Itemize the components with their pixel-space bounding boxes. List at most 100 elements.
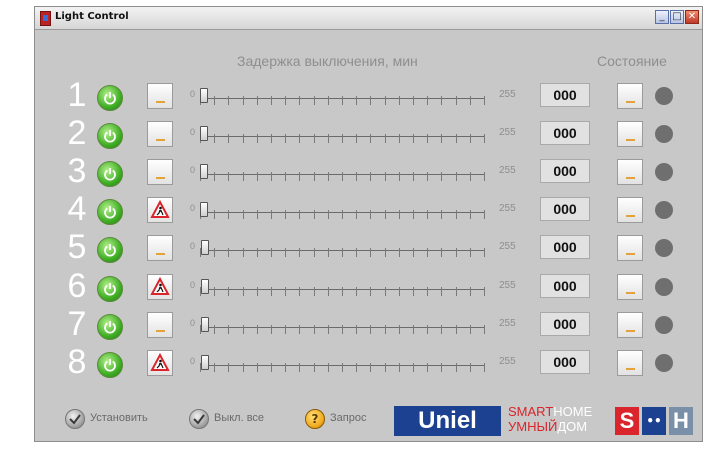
mode-button[interactable] (147, 121, 173, 147)
slider-tick (441, 248, 442, 257)
delay-value-field[interactable]: 000 (540, 197, 590, 221)
delay-slider[interactable] (200, 240, 485, 262)
slider-thumb[interactable] (201, 240, 209, 255)
maximize-button[interactable]: □ (670, 10, 684, 24)
slider-tick (413, 96, 414, 105)
power-button[interactable] (97, 352, 123, 378)
slider-thumb[interactable] (200, 164, 208, 179)
mode-button[interactable] (147, 83, 173, 109)
delay-slider[interactable] (200, 355, 485, 377)
slider-thumb[interactable] (200, 88, 208, 103)
power-button[interactable] (97, 314, 123, 340)
slider-thumb[interactable] (200, 202, 208, 217)
state-button[interactable] (617, 83, 643, 109)
slider-thumb[interactable] (200, 126, 208, 141)
slider-max-label: 255 (499, 318, 516, 329)
slider-thumb[interactable] (201, 317, 209, 332)
power-button[interactable] (97, 85, 123, 111)
power-icon (104, 359, 116, 372)
slider-max-label: 255 (499, 127, 516, 138)
delay-value-field[interactable]: 000 (540, 121, 590, 145)
slider-thumb[interactable] (201, 355, 209, 370)
power-icon (104, 321, 116, 334)
mode-button[interactable] (147, 350, 173, 376)
slider-tick (413, 134, 414, 143)
slider-tick (399, 325, 400, 334)
slider-tick (299, 96, 300, 105)
umny-text: УМНЫЙ (508, 419, 558, 434)
channel-row: 7 0 255 000 (35, 305, 704, 346)
lamp-indicator (626, 215, 635, 217)
power-button[interactable] (97, 276, 123, 302)
delay-slider[interactable] (200, 126, 485, 148)
slider-tick (342, 363, 343, 372)
mode-button[interactable] (147, 235, 173, 261)
slider-tick (470, 363, 471, 372)
close-button[interactable]: ✕ (685, 10, 699, 24)
power-button[interactable] (97, 161, 123, 187)
state-button[interactable] (617, 121, 643, 147)
state-lamp-indicator (655, 87, 673, 105)
slider-min-label: 0 (190, 318, 196, 328)
delay-slider[interactable] (200, 88, 485, 110)
slider-tick (243, 325, 244, 334)
slider-tick (228, 134, 229, 143)
channel-row: 1 0 255 000 (35, 76, 704, 117)
slider-tick (427, 134, 428, 143)
slider-tick (399, 248, 400, 257)
slider-tick (299, 287, 300, 296)
slider-tick (257, 134, 258, 143)
mode-button[interactable] (147, 274, 173, 300)
state-button[interactable] (617, 274, 643, 300)
delay-slider[interactable] (200, 279, 485, 301)
channel-row: 5 0 255 000 (35, 228, 704, 269)
delay-value-field[interactable]: 000 (540, 312, 590, 336)
slider-tick (243, 172, 244, 181)
delay-value-field[interactable]: 000 (540, 83, 590, 107)
power-button[interactable] (97, 123, 123, 149)
slider-tick (285, 96, 286, 105)
power-icon (104, 168, 116, 181)
lamp-indicator (626, 368, 635, 370)
channel-number: 7 (67, 305, 87, 343)
slider-tick (285, 325, 286, 334)
slider-tick (413, 325, 414, 334)
delay-value-field[interactable]: 000 (540, 274, 590, 298)
delay-value-field[interactable]: 000 (540, 159, 590, 183)
delay-value-field[interactable]: 000 (540, 350, 590, 374)
slider-tick (356, 287, 357, 296)
state-button[interactable] (617, 312, 643, 338)
slider-tick (271, 325, 272, 334)
slider-tick (257, 248, 258, 257)
power-button[interactable] (97, 237, 123, 263)
state-button[interactable] (617, 235, 643, 261)
mode-button[interactable] (147, 197, 173, 223)
delay-slider[interactable] (200, 164, 485, 186)
power-icon (104, 206, 116, 219)
delay-slider[interactable] (200, 317, 485, 339)
delay-value-field[interactable]: 000 (540, 235, 590, 259)
delay-slider[interactable] (200, 202, 485, 224)
state-button[interactable] (617, 159, 643, 185)
slider-thumb[interactable] (201, 279, 209, 294)
mode-button[interactable] (147, 159, 173, 185)
state-button[interactable] (617, 197, 643, 223)
slider-max-label: 255 (499, 203, 516, 214)
mode-button[interactable] (147, 312, 173, 338)
delay-header: Задержка выключения, мин (237, 53, 418, 69)
lamp-indicator (156, 139, 165, 141)
channel-row: 6 0 255 000 (35, 267, 704, 308)
lamp-indicator (156, 101, 165, 103)
channel-number: 2 (67, 114, 87, 152)
slider-tick (399, 363, 400, 372)
slider-tick (342, 287, 343, 296)
title-bar[interactable]: Light Control _ □ ✕ (35, 7, 702, 30)
slider-tick (470, 172, 471, 181)
power-button[interactable] (97, 199, 123, 225)
slider-tick (484, 134, 485, 143)
slider-tick (427, 363, 428, 372)
state-button[interactable] (617, 350, 643, 376)
channel-number: 8 (67, 343, 87, 381)
slider-tick (228, 287, 229, 296)
minimize-button[interactable]: _ (655, 10, 669, 24)
